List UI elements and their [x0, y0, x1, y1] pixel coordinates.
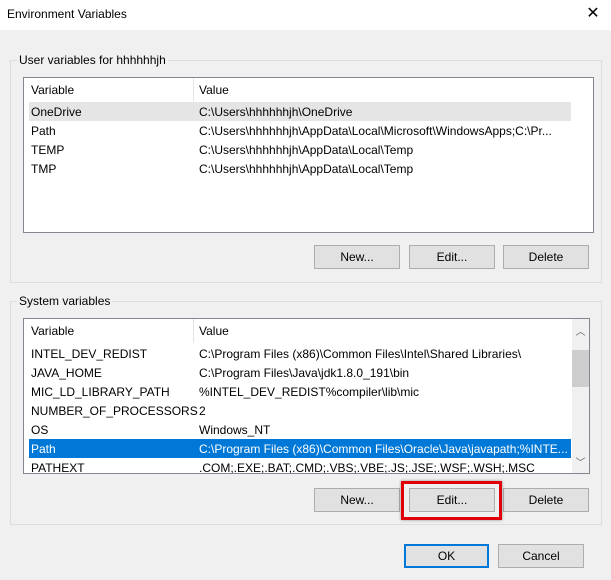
variable-value: C:\Users\hhhhhhjh\AppData\Local\Temp [199, 162, 414, 176]
variable-value: C:\Users\hhhhhhjh\AppData\Local\Microsof… [199, 124, 552, 138]
variable-name: TEMP [31, 143, 65, 157]
column-header-value[interactable]: Value [199, 324, 229, 338]
variable-name: OneDrive [31, 105, 82, 119]
user-new-button[interactable]: New... [314, 245, 400, 269]
variable-name: TMP [31, 162, 57, 176]
user-delete-button[interactable]: Delete [503, 245, 589, 269]
variable-name: JAVA_HOME [31, 366, 102, 380]
list-item[interactable]: OneDrive C:\Users\hhhhhhjh\OneDrive [29, 102, 571, 121]
list-item[interactable]: TMP C:\Users\hhhhhhjh\AppData\Local\Temp [29, 159, 571, 178]
variable-name: NUMBER_OF_PROCESSORS [31, 404, 198, 418]
window-title: Environment Variables [7, 7, 127, 21]
list-item-selected[interactable]: Path C:\Program Files (x86)\Common Files\… [29, 439, 571, 458]
list-item[interactable]: OS Windows_NT [29, 420, 571, 439]
scrollbar-thumb[interactable] [572, 350, 589, 387]
column-header-variable[interactable]: Variable [31, 324, 74, 338]
list-item[interactable]: Path C:\Users\hhhhhhjh\AppData\Local\Micr… [29, 121, 571, 140]
ok-button[interactable]: OK [404, 544, 489, 568]
cancel-button[interactable]: Cancel [498, 544, 584, 568]
highlight-box [401, 481, 502, 520]
list-header: Variable Value [24, 319, 572, 343]
variable-value: Windows_NT [199, 423, 271, 437]
column-header-variable[interactable]: Variable [31, 83, 74, 97]
system-variables-list[interactable]: Variable Value INTEL_DEV_REDIST C:\Progra… [23, 318, 590, 474]
close-icon[interactable]: ✕ [582, 3, 604, 25]
variable-value: C:\Program Files (x86)\Common Files\Inte… [199, 347, 522, 361]
variable-value: 2 [199, 404, 206, 418]
system-new-button[interactable]: New... [314, 488, 400, 512]
user-variables-list[interactable]: Variable Value OneDrive C:\Users\hhhhhhjh… [23, 77, 594, 233]
variable-name: MIC_LD_LIBRARY_PATH [31, 385, 170, 399]
user-group-label: User variables for hhhhhhjh [17, 53, 168, 67]
list-item[interactable]: JAVA_HOME C:\Program Files\Java\jdk1.8.0_… [29, 363, 571, 382]
scroll-up-icon[interactable]: ︿ [572, 323, 589, 338]
list-item[interactable]: PATHEXT .COM;.EXE;.BAT;.CMD;.VBS;.VBE;.JS… [29, 458, 571, 474]
variable-name: Path [31, 124, 56, 138]
list-item[interactable]: TEMP C:\Users\hhhhhhjh\AppData\Local\Temp [29, 140, 571, 159]
column-divider[interactable] [193, 78, 194, 102]
variable-name: PATHEXT [31, 461, 85, 474]
list-header: Variable Value [24, 78, 593, 102]
variable-name: Path [31, 442, 56, 456]
vertical-scrollbar[interactable]: ︿ ﹀ [572, 319, 589, 473]
variable-value: C:\Users\hhhhhhjh\AppData\Local\Temp [199, 143, 414, 157]
variable-value: .COM;.EXE;.BAT;.CMD;.VBS;.VBE;.JS;.JSE;.… [199, 461, 535, 474]
variable-value: C:\Users\hhhhhhjh\OneDrive [199, 105, 353, 119]
list-item[interactable]: MIC_LD_LIBRARY_PATH %INTEL_DEV_REDIST%com… [29, 382, 571, 401]
scroll-down-icon[interactable]: ﹀ [572, 454, 589, 469]
list-item[interactable]: INTEL_DEV_REDIST C:\Program Files (x86)\C… [29, 344, 571, 363]
variable-value: C:\Program Files (x86)\Common Files\Orac… [199, 442, 568, 456]
system-delete-button[interactable]: Delete [503, 488, 589, 512]
column-divider[interactable] [193, 319, 194, 343]
list-item[interactable]: NUMBER_OF_PROCESSORS 2 [29, 401, 571, 420]
system-group-label: System variables [17, 294, 113, 308]
variable-value: C:\Program Files\Java\jdk1.8.0_191\bin [199, 366, 410, 380]
column-header-value[interactable]: Value [199, 83, 229, 97]
variable-value: %INTEL_DEV_REDIST%compiler\lib\mic [199, 385, 420, 399]
variable-name: INTEL_DEV_REDIST [31, 347, 148, 361]
variable-name: OS [31, 423, 49, 437]
user-edit-button[interactable]: Edit... [409, 245, 495, 269]
